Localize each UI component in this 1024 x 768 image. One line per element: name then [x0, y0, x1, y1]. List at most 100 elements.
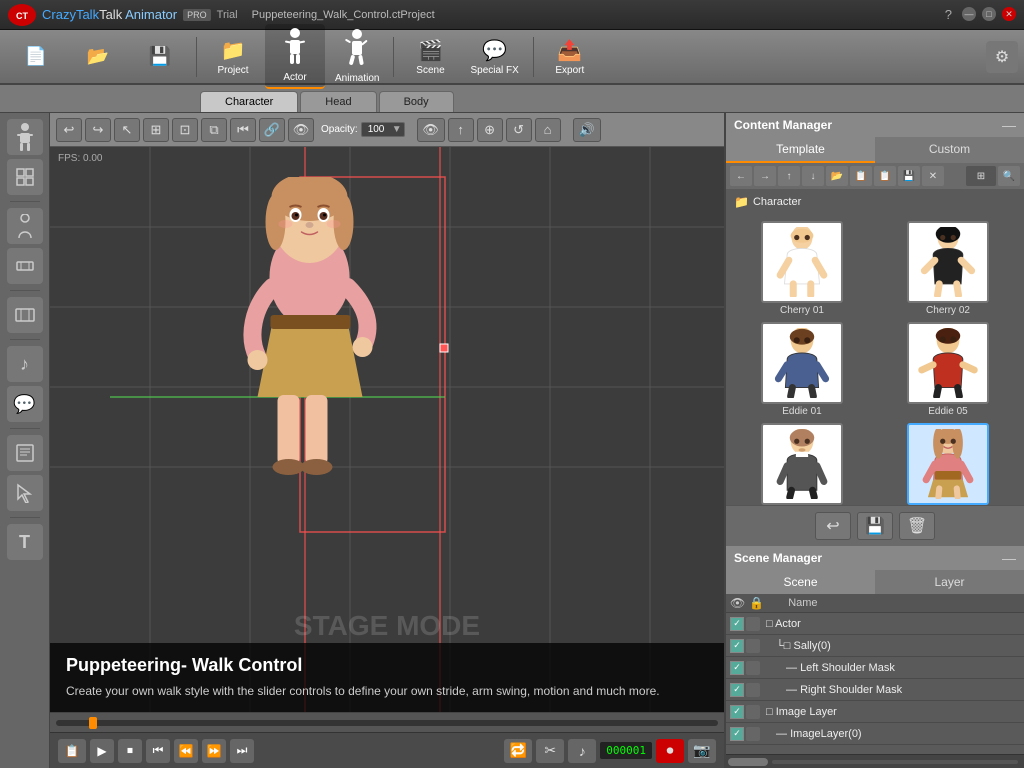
sidebar-script-btn[interactable] [7, 435, 43, 471]
sidebar-prop-btn[interactable] [7, 248, 43, 284]
right-shoulder-vis-check[interactable] [730, 683, 744, 697]
sm-scrollbar[interactable] [726, 754, 1024, 768]
minimize-button[interactable]: — [962, 7, 976, 21]
timeline-slider[interactable] [56, 720, 718, 726]
image-layer-lock[interactable] [746, 705, 760, 719]
cm-delete-btn[interactable]: 🗑 [899, 512, 935, 540]
clone-tool[interactable]: ⧉ [201, 118, 227, 142]
visible-btn[interactable]: 👁 [417, 118, 445, 142]
imagelayer0-vis-check[interactable] [730, 727, 744, 741]
left-shoulder-lock[interactable] [746, 661, 760, 675]
sidebar-person-btn[interactable] [7, 208, 43, 244]
toolbar-new[interactable]: 📄 [6, 42, 66, 71]
sidebar-sprite-btn[interactable] [7, 159, 43, 195]
cm-btn-3[interactable]: ↑ [778, 166, 800, 186]
toolbar-save[interactable]: 💾 [130, 42, 190, 71]
cm-close-btn[interactable]: — [1002, 117, 1016, 133]
tab-character[interactable]: Character [200, 91, 298, 112]
cm-btn-6[interactable]: 📋 [850, 166, 872, 186]
sidebar-chat-btn[interactable]: 💬 [7, 386, 43, 422]
cm-import-btn[interactable]: ↩ [815, 512, 851, 540]
sidebar-scene-btn[interactable] [7, 297, 43, 333]
undo-button[interactable]: ↩ [56, 118, 82, 142]
toolbar-icon-a[interactable]: 📋 [58, 739, 86, 763]
center-btn[interactable]: ⊕ [477, 118, 503, 142]
stop-button[interactable]: ⏹ [118, 739, 142, 763]
cm-item-cherry01[interactable]: Cherry 01 [732, 221, 872, 316]
redo-button[interactable]: ↪ [85, 118, 111, 142]
left-shoulder-vis-check[interactable] [730, 661, 744, 675]
go-start-button[interactable]: ⏮ [146, 739, 170, 763]
home-btn[interactable]: ⌂ [535, 118, 561, 142]
main-canvas[interactable]: FPS: 0.00 [50, 147, 724, 712]
cm-search-btn[interactable]: 🔍 [998, 166, 1020, 186]
toolbar-animation[interactable]: Animation [327, 25, 387, 88]
sm-close-btn[interactable]: — [1002, 550, 1016, 566]
cm-tree-character[interactable]: 📁 Character [730, 193, 1020, 211]
sally0-lock[interactable] [746, 639, 760, 653]
maximize-button[interactable]: □ [982, 7, 996, 21]
help-button[interactable]: ? [945, 7, 952, 22]
cm-btn-5[interactable]: 📂 [826, 166, 848, 186]
cm-save-scene-btn[interactable]: 💾 [857, 512, 893, 540]
tab-body[interactable]: Body [379, 91, 454, 112]
cm-btn-2[interactable]: → [754, 166, 776, 186]
toolbar-project[interactable]: 📁 Project [203, 34, 263, 80]
cm-item-cherry02[interactable]: Cherry 02 [878, 221, 1018, 316]
sally0-vis-check[interactable] [730, 639, 744, 653]
imagelayer0-lock[interactable] [746, 727, 760, 741]
sidebar-pointer-btn[interactable] [7, 475, 43, 511]
move-up-btn[interactable]: ↑ [448, 118, 474, 142]
step-back-button[interactable]: ⏪ [174, 739, 198, 763]
select-tool[interactable]: ↖ [114, 118, 140, 142]
preview-tool[interactable]: 👁 [288, 118, 314, 142]
settings-icon[interactable]: ⚙ [986, 41, 1018, 73]
toolbar-open[interactable]: 📂 [68, 42, 128, 71]
right-shoulder-lock[interactable] [746, 683, 760, 697]
cm-view-toggle[interactable]: ⊞ [966, 166, 996, 186]
actor-lock[interactable] [746, 617, 760, 631]
camera-button[interactable]: 📷 [688, 739, 716, 763]
tab-head[interactable]: Head [300, 91, 376, 112]
step-forward-button[interactable]: ⏩ [202, 739, 226, 763]
transform-tool[interactable]: ⊞ [143, 118, 169, 142]
cm-item-mr-rosenberg[interactable]: Mr. Rosenberg [732, 423, 872, 505]
cm-btn-8[interactable]: 💾 [898, 166, 920, 186]
nav-start[interactable]: ⏮ [230, 118, 256, 142]
sidebar-music-btn[interactable]: ♪ [7, 346, 43, 382]
music-button[interactable]: ♪ [568, 739, 596, 763]
image-layer-vis-check[interactable] [730, 705, 744, 719]
cm-tab-template[interactable]: Template [726, 137, 875, 163]
toolbar-scene[interactable]: 🎬 Scene [400, 34, 460, 80]
sidebar-text-btn[interactable]: T [7, 524, 43, 560]
cm-btn-4[interactable]: ↓ [802, 166, 824, 186]
go-end-button[interactable]: ⏭ [230, 739, 254, 763]
cm-item-eddie01[interactable]: Eddie 01 [732, 322, 872, 417]
loop-button[interactable]: 🔁 [504, 739, 532, 763]
play-button[interactable]: ▶ [90, 739, 114, 763]
cherry02-label: Cherry 02 [926, 305, 970, 316]
cm-btn-9[interactable]: ✕ [922, 166, 944, 186]
cm-btn-1[interactable]: ← [730, 166, 752, 186]
region-tool[interactable]: ⊡ [172, 118, 198, 142]
sm-tab-layer[interactable]: Layer [875, 570, 1024, 594]
toolbar-special-fx[interactable]: 💬 Special FX [462, 34, 526, 80]
cm-item-eddie05[interactable]: Eddie 05 [878, 322, 1018, 417]
toolbar-actor[interactable]: Actor [265, 24, 325, 89]
cm-tab-custom[interactable]: Custom [875, 137, 1024, 163]
link-tool[interactable]: 🔗 [259, 118, 285, 142]
sm-tab-scene[interactable]: Scene [726, 570, 875, 594]
cut-button[interactable]: ✂ [536, 739, 564, 763]
sidebar-actor-btn[interactable] [7, 119, 43, 155]
audio-btn[interactable]: 🔊 [573, 118, 601, 142]
cm-btn-7[interactable]: 📋 [874, 166, 896, 186]
actor-vis-check[interactable] [730, 617, 744, 631]
opacity-value[interactable]: 100 [364, 123, 392, 136]
record-button[interactable]: ⏺ [656, 739, 684, 763]
timeline-thumb[interactable] [89, 717, 97, 729]
toolbar-export[interactable]: 📤 Export [540, 34, 600, 80]
rotate-btn[interactable]: ↺ [506, 118, 532, 142]
close-button[interactable]: ✕ [1002, 7, 1016, 21]
eddie05-label: Eddie 05 [928, 406, 967, 417]
cm-item-sally[interactable]: Sally [878, 423, 1018, 505]
